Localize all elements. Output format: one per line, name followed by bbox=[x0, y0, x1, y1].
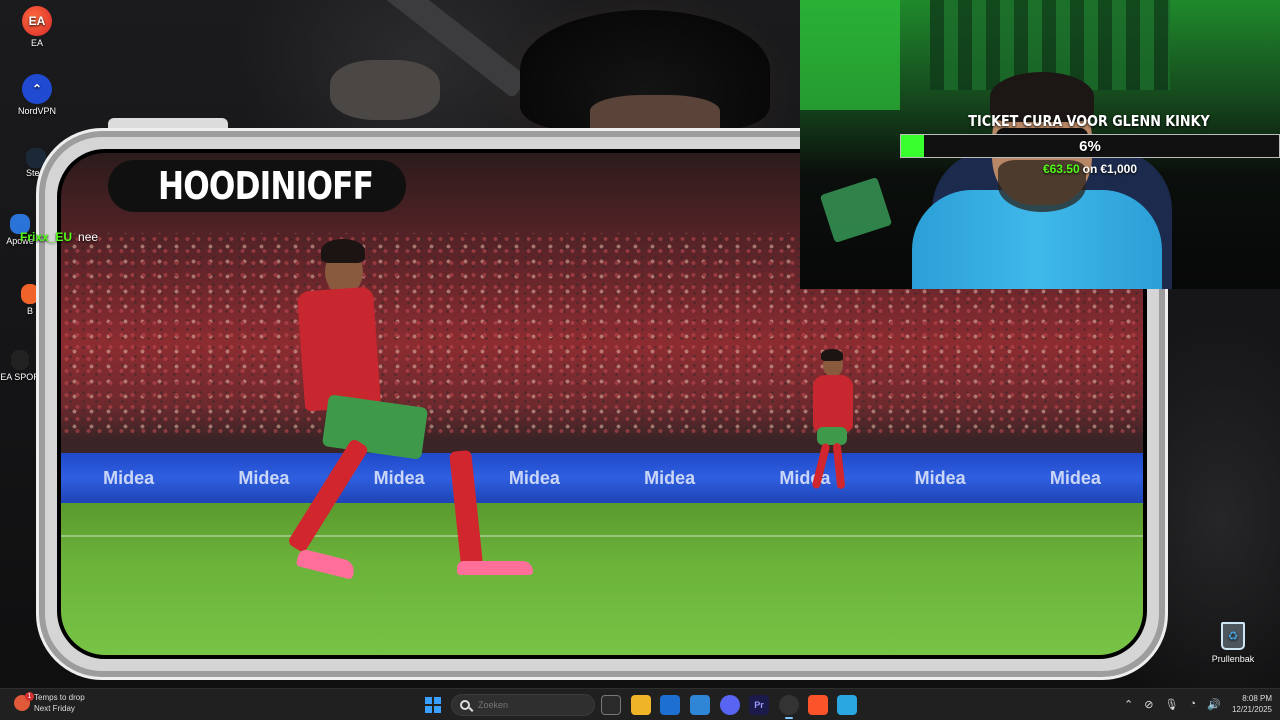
speaker-icon[interactable]: 🔊 bbox=[1207, 698, 1221, 711]
nordvpn-icon-glyph: ⌃ bbox=[31, 82, 43, 96]
task-view-button[interactable] bbox=[601, 695, 621, 715]
weather-headline: Temps to drop bbox=[34, 693, 85, 702]
wallpaper-hand-shape bbox=[330, 60, 440, 120]
chat-overlay: Frixx_EU nee bbox=[20, 230, 98, 244]
clock-date: 12/21/2025 bbox=[1231, 705, 1272, 714]
search-icon bbox=[460, 700, 470, 710]
desktop-icon-steam[interactable]: Steam bbox=[0, 148, 52, 178]
webcam-green-wall bbox=[800, 0, 900, 110]
weather-icon: 1 bbox=[14, 692, 34, 711]
ad-board-text: Midea bbox=[373, 467, 425, 488]
weather-subline: Next Friday bbox=[34, 704, 75, 713]
ea-icon-glyph: EA bbox=[28, 14, 46, 28]
channel-name: HOODINIOFF bbox=[158, 164, 374, 208]
brave-browser-icon[interactable] bbox=[808, 695, 828, 715]
system-tray: ⌃ ⊘ 🎙 ◔ 🔊 bbox=[1124, 698, 1221, 711]
ad-board-text: Midea bbox=[508, 467, 560, 488]
nordvpn-icon: ⌃ bbox=[22, 74, 52, 104]
weather-widget[interactable]: 1 Temps to drop Next Friday bbox=[14, 692, 85, 714]
ad-board: Midea Midea Midea Midea Midea Midea Mide… bbox=[61, 453, 1143, 503]
photos-app-icon[interactable] bbox=[837, 695, 857, 715]
chevron-up-icon[interactable]: ⌃ bbox=[1124, 698, 1133, 711]
ea-sports-icon bbox=[11, 350, 29, 370]
pitch-line bbox=[61, 535, 1143, 537]
windows-taskbar: 1 Temps to drop Next Friday Pr ⌃ ⊘ 🎙 ◔ 🔊… bbox=[0, 688, 1280, 720]
webcam-flag bbox=[819, 176, 893, 244]
donation-goal-bar: 6% bbox=[900, 134, 1280, 158]
chat-message: nee bbox=[78, 230, 99, 244]
desktop-icon-nordvpn[interactable]: ⌃ NordVPN bbox=[9, 74, 65, 116]
ea-icon: EA bbox=[22, 6, 52, 36]
clock-time: 8:08 PM bbox=[1242, 694, 1272, 703]
phone-notch bbox=[108, 118, 228, 128]
ad-board-text: Midea bbox=[914, 467, 966, 488]
ad-board-text: Midea bbox=[238, 467, 290, 488]
notification-badge: 1 bbox=[25, 692, 34, 701]
donation-separator: on bbox=[1082, 162, 1098, 176]
taskbar-search[interactable] bbox=[451, 694, 595, 716]
ad-board-text: Midea bbox=[644, 467, 696, 488]
ad-board-text: Midea bbox=[1049, 467, 1101, 488]
weather-text: Temps to drop Next Friday bbox=[34, 692, 85, 714]
premiere-pro-icon[interactable]: Pr bbox=[749, 695, 769, 715]
microsoft-store-icon[interactable] bbox=[660, 695, 680, 715]
ad-board-text: Midea bbox=[103, 467, 155, 488]
microphone-icon[interactable]: 🎙 bbox=[1164, 698, 1178, 711]
taskbar-clock[interactable]: 8:08 PM 12/21/2025 bbox=[1222, 693, 1272, 715]
desktop-icon-ea-sports[interactable]: EA SPOR bbox=[0, 350, 40, 382]
desktop-icon-label: EA SPOR bbox=[0, 372, 40, 382]
donation-current: €63.50 bbox=[1042, 162, 1080, 176]
desktop-icon-label: EA bbox=[30, 38, 43, 48]
windows-logo-icon bbox=[425, 697, 432, 704]
search-input[interactable] bbox=[478, 700, 578, 710]
donation-goal-percent: 6% bbox=[1079, 138, 1101, 155]
file-explorer-icon[interactable] bbox=[631, 695, 651, 715]
wifi-icon[interactable]: ◔ bbox=[1189, 698, 1196, 711]
desktop-icon-label: NordVPN bbox=[17, 106, 56, 116]
desktop-icon-recycle-bin[interactable]: ♻ Prullenbak bbox=[1206, 622, 1260, 664]
recycle-bin-label: Prullenbak bbox=[1211, 654, 1255, 664]
obs-studio-icon[interactable] bbox=[779, 695, 799, 719]
football-pitch bbox=[61, 503, 1143, 655]
donation-goal-amount: €63.50 on €1,000 bbox=[900, 162, 1280, 176]
donation-target: €1,000 bbox=[1100, 162, 1138, 176]
start-button[interactable] bbox=[425, 697, 441, 713]
network-off-icon[interactable]: ⊘ bbox=[1144, 698, 1153, 711]
desktop-icon-ea[interactable]: EA EA bbox=[9, 6, 65, 48]
recycle-bin-icon: ♻ bbox=[1221, 622, 1245, 650]
chat-username: Frixx_EU bbox=[20, 230, 73, 244]
discord-icon[interactable] bbox=[720, 695, 740, 715]
channel-banner: HOODINIOFF bbox=[108, 160, 406, 212]
donation-goal-title: TICKET CURA VOOR GLENN KINKY bbox=[968, 112, 1210, 130]
edge-browser-icon[interactable] bbox=[690, 695, 710, 715]
